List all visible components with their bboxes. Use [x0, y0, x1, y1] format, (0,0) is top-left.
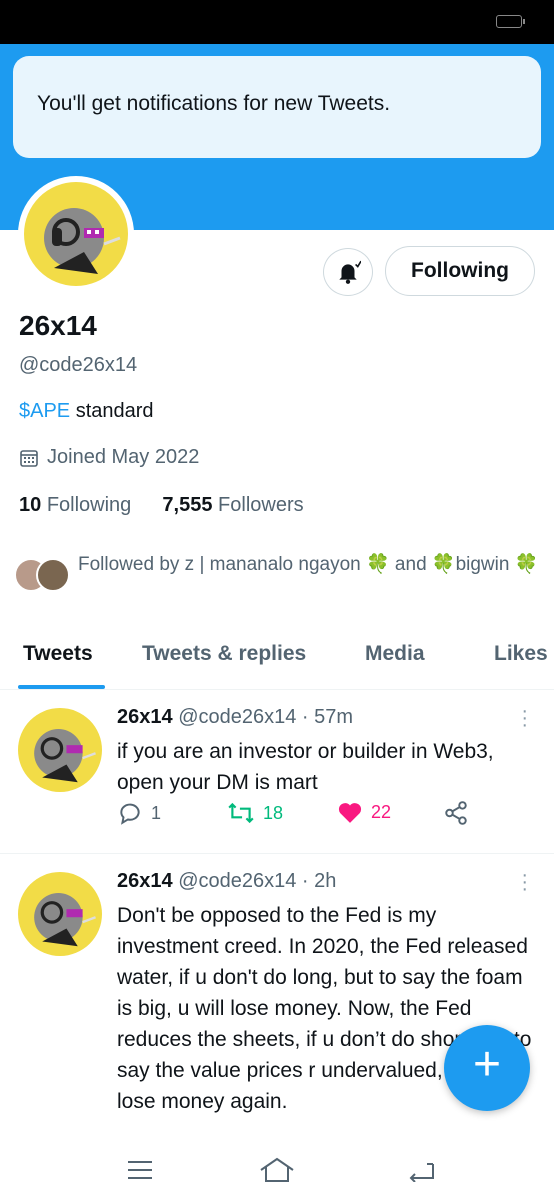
tweet-meta: @code26x14 · 2h — [178, 870, 337, 892]
notification-toast: You'll get notifications for new Tweets. — [13, 56, 541, 158]
tweet[interactable]: 26x14 @code26x14 · 2h · · · Don't be oppos… — [0, 854, 554, 1154]
back-icon — [409, 1163, 434, 1182]
bio-cashtag-link[interactable]: $APE — [19, 400, 70, 422]
share-button[interactable] — [443, 800, 469, 826]
tweet-avatar[interactable] — [18, 708, 102, 792]
more-options-icon[interactable]: · · · — [521, 701, 528, 735]
profile-tabs: Tweets Tweets & replies Media Likes — [0, 632, 554, 690]
profile-bio: $APE standard — [19, 400, 154, 423]
share-icon — [445, 801, 467, 825]
battery-icon — [496, 15, 525, 28]
reply-count: 1 — [151, 802, 162, 823]
more-options-icon[interactable]: · · · — [521, 865, 528, 899]
profile-handle: @code26x14 — [19, 354, 138, 376]
joined-date: Joined May 2022 — [19, 446, 199, 469]
toast-message: You'll get notifications for new Tweets. — [37, 92, 391, 115]
menu-icon — [128, 1161, 152, 1179]
retweet-icon — [228, 802, 254, 824]
following-button[interactable]: Following — [385, 246, 535, 296]
tab-tweets-replies[interactable]: Tweets & replies — [142, 642, 306, 666]
retweet-count: 18 — [263, 802, 284, 823]
avatar-art — [44, 208, 121, 274]
followers-stat[interactable]: 7,555 Followers — [162, 494, 303, 516]
tweet-author: 26x14 — [117, 706, 173, 728]
joined-text: Joined May 2022 — [47, 446, 200, 468]
tab-likes[interactable]: Likes — [494, 642, 548, 666]
home-icon — [260, 1157, 294, 1182]
bell-icon — [339, 260, 361, 284]
bio-text: standard — [70, 400, 154, 422]
tweet-author: 26x14 — [117, 870, 173, 892]
heart-icon — [338, 803, 362, 823]
tweet-header: 26x14 @code26x14 · 2h — [117, 870, 336, 893]
tab-media[interactable]: Media — [365, 642, 425, 666]
retweet-button[interactable]: 18 — [227, 800, 283, 826]
follow-stats: 10 Following 7,555 Followers — [19, 494, 304, 517]
followed-by-avatars — [14, 558, 74, 596]
profile-avatar[interactable] — [18, 176, 134, 292]
avatar-art — [34, 729, 96, 783]
follower-avatar — [36, 558, 70, 592]
like-button[interactable]: 22 — [337, 800, 391, 824]
tweet[interactable]: 26x14 @code26x14 · 57m · · · if you are an… — [0, 690, 554, 854]
back-button[interactable] — [402, 1154, 442, 1186]
home-button[interactable] — [257, 1154, 297, 1186]
plus-icon: + — [472, 1038, 502, 1091]
following-label: Following — [46, 494, 132, 516]
tweet-avatar[interactable] — [18, 872, 102, 956]
like-count: 22 — [371, 801, 392, 822]
tweet-meta: @code26x14 · 57m — [178, 706, 354, 728]
reply-button[interactable]: 1 — [117, 800, 161, 826]
notifications-bell-button[interactable] — [323, 248, 373, 296]
system-nav-bar — [0, 1140, 554, 1200]
active-tab-indicator — [18, 685, 105, 689]
following-stat[interactable]: 10 Following — [19, 494, 131, 516]
reply-icon — [120, 803, 140, 825]
tweet-actions: 1 18 22 — [117, 800, 537, 830]
followers-label: Followers — [218, 494, 304, 516]
tweet-header: 26x14 @code26x14 · 57m — [117, 706, 353, 729]
profile-name: 26x14 — [19, 310, 97, 341]
compose-tweet-button[interactable]: + — [444, 1025, 530, 1111]
tweet-text: if you are an investor or builder in Web… — [117, 740, 494, 794]
tab-tweets[interactable]: Tweets — [23, 642, 93, 666]
menu-button[interactable] — [120, 1154, 160, 1186]
avatar-art — [34, 893, 96, 947]
following-count: 10 — [19, 494, 42, 516]
followed-by-text: Followed by z | mananalo ngayon 🍀 and 🍀b… — [78, 554, 539, 575]
status-bar — [0, 0, 554, 44]
followers-count: 7,555 — [162, 494, 213, 516]
calendar-icon — [20, 449, 38, 467]
